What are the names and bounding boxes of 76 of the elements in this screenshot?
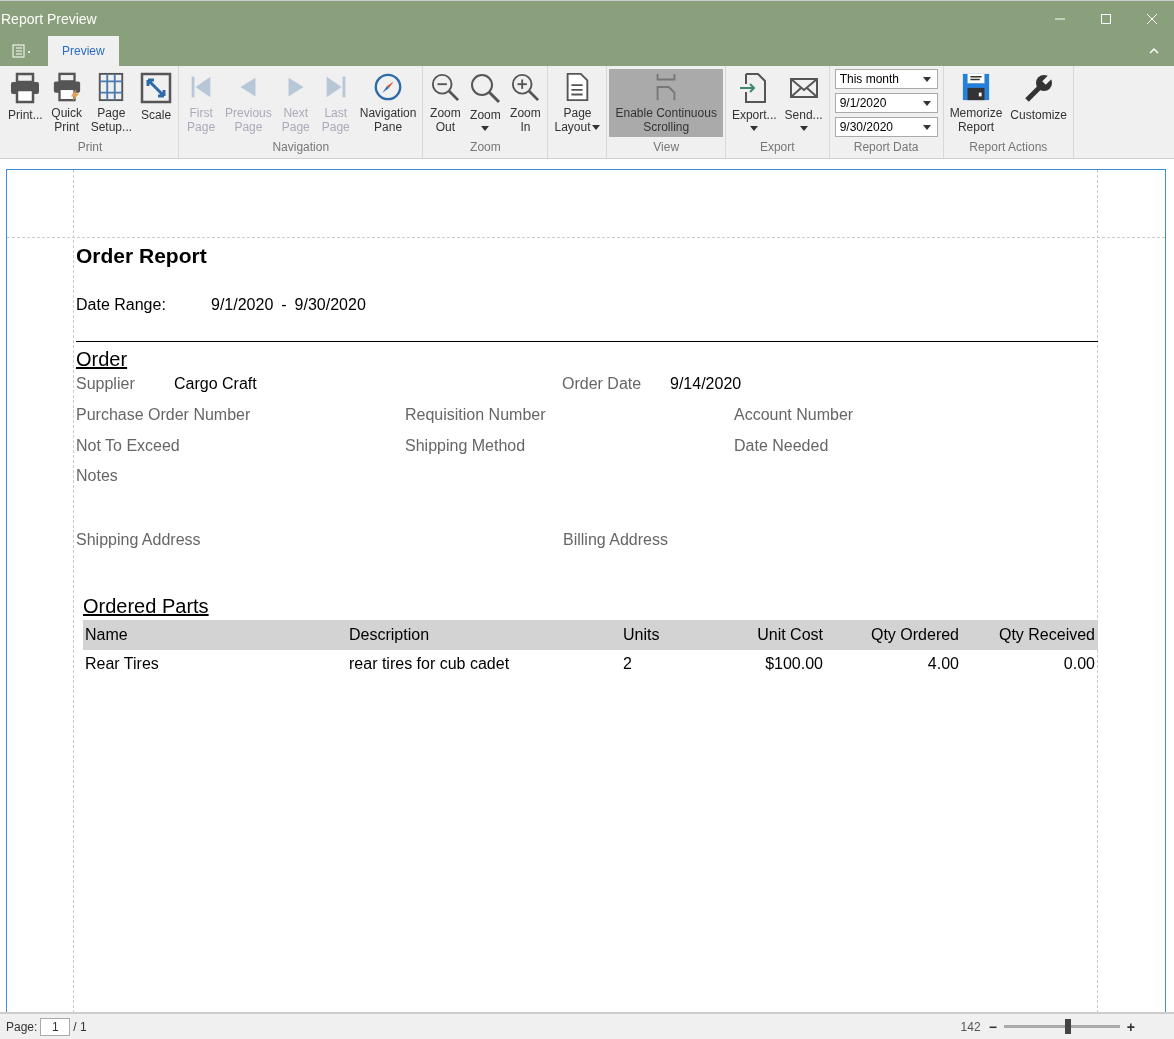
page-total: / 1 <box>73 1019 87 1034</box>
ribbon-group-label: Print <box>76 140 104 156</box>
ribbon-button[interactable]: Zoom In <box>505 69 546 137</box>
field-label: Account Number <box>734 406 855 424</box>
section-heading: Ordered Parts <box>83 595 210 618</box>
ribbon-tab[interactable]: Preview <box>48 36 119 66</box>
table-cell-text: Rear Tires <box>85 655 160 673</box>
caret-icon <box>922 76 931 82</box>
ribbon-button[interactable]: Memorize Report <box>945 69 1007 137</box>
magnifier-icon <box>469 72 502 104</box>
column-header: Name <box>85 626 129 644</box>
ribbon-group-label: Navigation <box>271 140 331 156</box>
column-header: Unit Cost <box>756 626 823 644</box>
field-label: Shipping Method <box>405 437 527 455</box>
field-label: Shipping Address <box>76 531 202 549</box>
field-label: Order Date <box>562 375 643 393</box>
column-header: Qty Ordered <box>869 626 959 644</box>
field-label: Supplier <box>76 375 136 393</box>
window-title: Report Preview <box>1 10 97 27</box>
column-header: Units <box>623 626 661 644</box>
column-header: Description <box>349 626 431 644</box>
ribbon-group-label: View <box>652 140 681 156</box>
ribbon-button[interactable]: Page Layout <box>550 69 605 137</box>
menu-icon[interactable] <box>12 44 32 58</box>
ribbon-button[interactable]: Zoom Out <box>425 69 466 137</box>
ribbon-button[interactable]: Export... <box>727 69 781 137</box>
table-cell-text: 0.00 <box>1062 655 1095 673</box>
table-cell-text: $100.00 <box>764 655 823 673</box>
ribbon-button[interactable]: Scale <box>136 69 177 137</box>
date-range-separator: - <box>281 296 287 314</box>
date-dropdown[interactable]: 9/1/2020 <box>834 93 938 113</box>
field-label: Requisition Number <box>405 406 547 424</box>
ribbon-group-label: Export <box>758 140 796 156</box>
field-label: Purchase Order Number <box>76 406 252 424</box>
field-label: Date Needed <box>734 437 830 455</box>
ribbon-button[interactable]: Page Setup... <box>86 69 137 137</box>
field-value: Cargo Craft <box>174 375 257 393</box>
column-header: Qty Received <box>997 626 1095 644</box>
ribbon-button[interactable]: Print... <box>4 69 47 137</box>
zoom-out-icon <box>429 72 462 102</box>
table-cell-text: rear tires for cub cadet <box>349 655 511 673</box>
ribbon-button[interactable]: Zoom <box>465 69 506 137</box>
ribbon-button[interactable]: Enable Continuous Scrolling <box>609 69 723 137</box>
zoom-in-icon <box>509 72 542 102</box>
table-cell-text: 2 <box>623 655 633 673</box>
maximize-icon[interactable] <box>1100 12 1112 25</box>
page-label: Page: <box>6 1019 38 1034</box>
page-number-field[interactable]: 1 <box>40 1017 71 1036</box>
caret-icon <box>922 124 931 130</box>
ribbon-button[interactable]: Send... <box>780 69 827 137</box>
date-dropdown[interactable]: This month <box>834 69 938 89</box>
ribbon-group-label: Report Data <box>852 140 920 156</box>
date-range-start: 9/1/2020 <box>211 296 274 314</box>
collapse-ribbon-icon[interactable] <box>1148 47 1160 55</box>
section-heading: Order <box>76 348 129 371</box>
close-icon[interactable] <box>1146 12 1158 25</box>
field-label: Not To Exceed <box>76 437 181 455</box>
ribbon-group-label: Report Actions <box>968 140 1049 156</box>
zoom-percentage: 142 <box>960 1019 981 1034</box>
report-title: Order Report <box>76 244 208 268</box>
date-dropdown[interactable]: 9/30/2020 <box>834 117 938 137</box>
caret-icon <box>922 100 931 106</box>
zoom-out-button[interactable]: − <box>986 1018 999 1035</box>
table-cell-text: 4.00 <box>926 655 959 673</box>
printer-icon <box>9 72 42 104</box>
field-label: Notes <box>76 467 118 484</box>
zoom-in-button[interactable]: + <box>1124 1018 1137 1035</box>
slider-thumb[interactable] <box>1064 1019 1071 1034</box>
ribbon-button[interactable]: Quick Print <box>46 69 87 137</box>
ribbon-button[interactable]: Navigation Pane <box>355 69 421 137</box>
ribbon-button[interactable]: Customize <box>1006 69 1071 137</box>
ribbon-group-label: Zoom <box>469 140 502 156</box>
date-range-label: Date Range: <box>76 296 167 314</box>
field-value: 9/14/2020 <box>670 375 742 393</box>
field-label: Billing Address <box>563 531 669 549</box>
date-range-end: 9/30/2020 <box>294 296 366 314</box>
